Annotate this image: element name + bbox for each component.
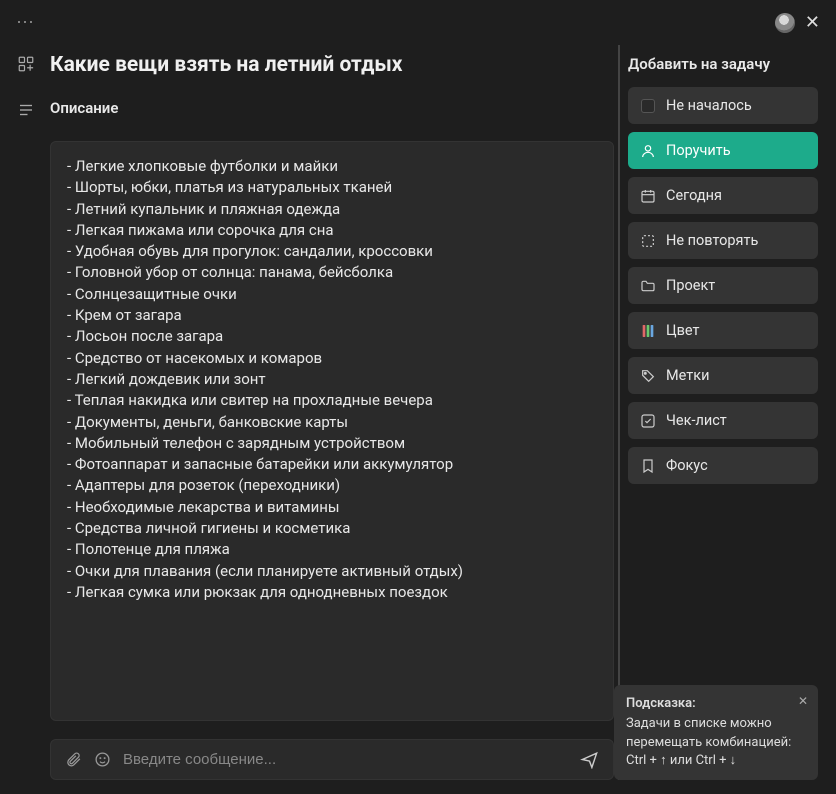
sidebar-button-label: Проект [666,277,715,294]
description-line: - Теплая накидка или свитер на прохладны… [67,390,597,411]
hint-tooltip: ✕ Подсказка: Задачи в списке можно перем… [614,685,818,780]
description-line: - Легкий дождевик или зонт [67,369,597,390]
user-icon [640,143,656,159]
more-menu-icon[interactable]: ⋯ [16,12,34,33]
description-line: - Фотоаппарат и запасные батарейки или а… [67,454,597,475]
sidebar-button-color[interactable]: Цвет [628,312,818,349]
sidebar-button-bookmark[interactable]: Фокус [628,447,818,484]
close-button[interactable]: ✕ [805,12,820,33]
description-line: - Очки для плавания (если планируете акт… [67,561,597,582]
checklist-icon [640,413,656,429]
tooltip-body: Задачи в списке можно перемещать комбина… [626,715,806,770]
sidebar-button-label: Поручить [666,142,731,159]
description-line: - Летний купальник и пляжная одежда [67,199,597,220]
emoji-icon[interactable] [94,751,111,768]
description-line: - Легкая пижама или сорочка для сна [67,220,597,241]
folder-icon [640,278,656,294]
message-input[interactable] [123,751,568,768]
tooltip-title: Подсказка: [626,695,806,713]
description-line: - Мобильный телефон с зарядным устройств… [67,433,597,454]
avatar[interactable] [775,13,795,33]
description-line: - Головной убор от солнца: панама, бейсб… [67,262,597,283]
sidebar-button-label: Не повторять [666,232,758,249]
page-title[interactable]: Какие вещи взять на летний отдых [50,53,402,77]
description-line: - Удобная обувь для прогулок: сандалии, … [67,241,597,262]
task-icon [16,53,36,73]
sidebar-button-label: Метки [666,367,709,384]
color-icon [640,323,656,339]
window-topbar: ⋯ ✕ [0,0,836,45]
sidebar-button-checklist[interactable]: Чек-лист [628,402,818,439]
description-line: - Лосьон после загара [67,326,597,347]
sidebar-button-label: Не началось [666,97,752,114]
tooltip-close-button[interactable]: ✕ [798,693,808,710]
description-line: - Легкие хлопковые футболки и майки [67,156,597,177]
sidebar-button-label: Цвет [666,322,699,339]
sidebar-button-calendar[interactable]: Сегодня [628,177,818,214]
description-line: - Средство от насекомых и комаров [67,348,597,369]
description-line: - Необходимые лекарства и витамины [67,497,597,518]
description-line: - Крем от загара [67,305,597,326]
sidebar-button-label: Чек-лист [666,412,727,429]
description-line: - Шорты, юбки, платья из натуральных тка… [67,177,597,198]
description-line: - Средства личной гигиены и косметика [67,518,597,539]
status-icon [640,98,656,114]
sidebar-button-folder[interactable]: Проект [628,267,818,304]
sidebar-button-tag[interactable]: Метки [628,357,818,394]
sidebar-button-status[interactable]: Не началось [628,87,818,124]
attach-icon[interactable] [65,751,82,768]
sidebar-button-label: Фокус [666,457,708,474]
description-line: - Солнцезащитные очки [67,284,597,305]
repeat-icon [640,233,656,249]
description-line: - Полотенце для пляжа [67,539,597,560]
description-icon [16,99,36,119]
sidebar-button-repeat[interactable]: Не повторять [628,222,818,259]
sidebar-button-user[interactable]: Поручить [628,132,818,169]
description-label: Описание [50,99,118,117]
send-button[interactable] [580,750,599,769]
description-line: - Легкая сумка или рюкзак для однодневны… [67,582,597,603]
bookmark-icon [640,458,656,474]
description-textarea[interactable]: - Легкие хлопковые футболки и майки- Шор… [50,141,614,721]
calendar-icon [640,188,656,204]
tag-icon [640,368,656,384]
sidebar-button-label: Сегодня [666,187,722,204]
sidebar-title: Добавить на задачу [628,55,818,73]
description-line: - Документы, деньги, банковские карты [67,412,597,433]
description-line: - Адаптеры для розеток (переходники) [67,475,597,496]
message-composer [50,739,614,780]
